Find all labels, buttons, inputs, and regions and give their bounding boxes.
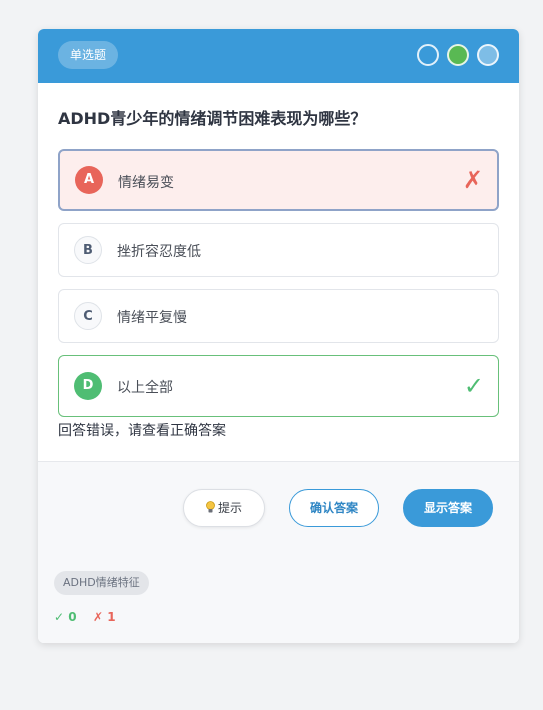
progress-dot-3[interactable] (477, 44, 499, 66)
show-answer-button[interactable]: 显示答案 (403, 489, 493, 527)
option-b[interactable]: B 挫折容忍度低 (58, 223, 499, 277)
wrong-count: ✗ 1 (93, 610, 116, 624)
progress-dot-1[interactable] (417, 44, 439, 66)
option-d[interactable]: D 以上全部 ✓ (58, 355, 499, 417)
option-c[interactable]: C 情绪平复慢 (58, 289, 499, 343)
option-letter: C (74, 302, 102, 330)
wrong-icon: ✗ (462, 166, 483, 194)
hint-button[interactable]: 提示 (183, 489, 265, 527)
cross-icon: ✗ (93, 610, 104, 624)
check-icon: ✓ (463, 372, 484, 400)
quiz-card: 单选题 ADHD青少年的情绪调节困难表现为哪些？ A 情绪易变 ✗ B 挫折容忍… (38, 29, 519, 643)
option-label: 情绪平复慢 (117, 310, 187, 326)
answer-feedback: 回答错误，请查看正确答案 (58, 423, 226, 439)
quiz-header: 单选题 (38, 29, 519, 83)
option-label: 情绪易变 (118, 175, 174, 191)
topic-tag: ADHD情绪特征 (54, 571, 149, 595)
check-icon: ✓ (54, 610, 65, 624)
option-letter: A (75, 166, 103, 194)
wrong-count-value: 1 (107, 610, 116, 624)
hint-label: 提示 (217, 501, 242, 515)
lightbulb-icon (206, 492, 215, 513)
option-a[interactable]: A 情绪易变 ✗ (58, 149, 499, 211)
option-label: 挫折容忍度低 (117, 244, 201, 260)
option-letter: B (74, 236, 102, 264)
option-letter: D (74, 372, 102, 400)
progress-dot-2[interactable] (447, 44, 469, 66)
correct-count: ✓ 0 (54, 610, 77, 624)
question-text: ADHD青少年的情绪调节困难表现为哪些？ (58, 109, 367, 128)
question-type-badge: 单选题 (58, 41, 119, 69)
option-label: 以上全部 (117, 380, 173, 396)
correct-count-value: 0 (68, 610, 77, 624)
quiz-footer: ADHD情绪特征 ✓ 0 ✗ 1 (38, 554, 519, 643)
confirm-answer-button[interactable]: 确认答案 (289, 489, 379, 527)
action-bar: 提示 确认答案 显示答案 (38, 461, 519, 555)
